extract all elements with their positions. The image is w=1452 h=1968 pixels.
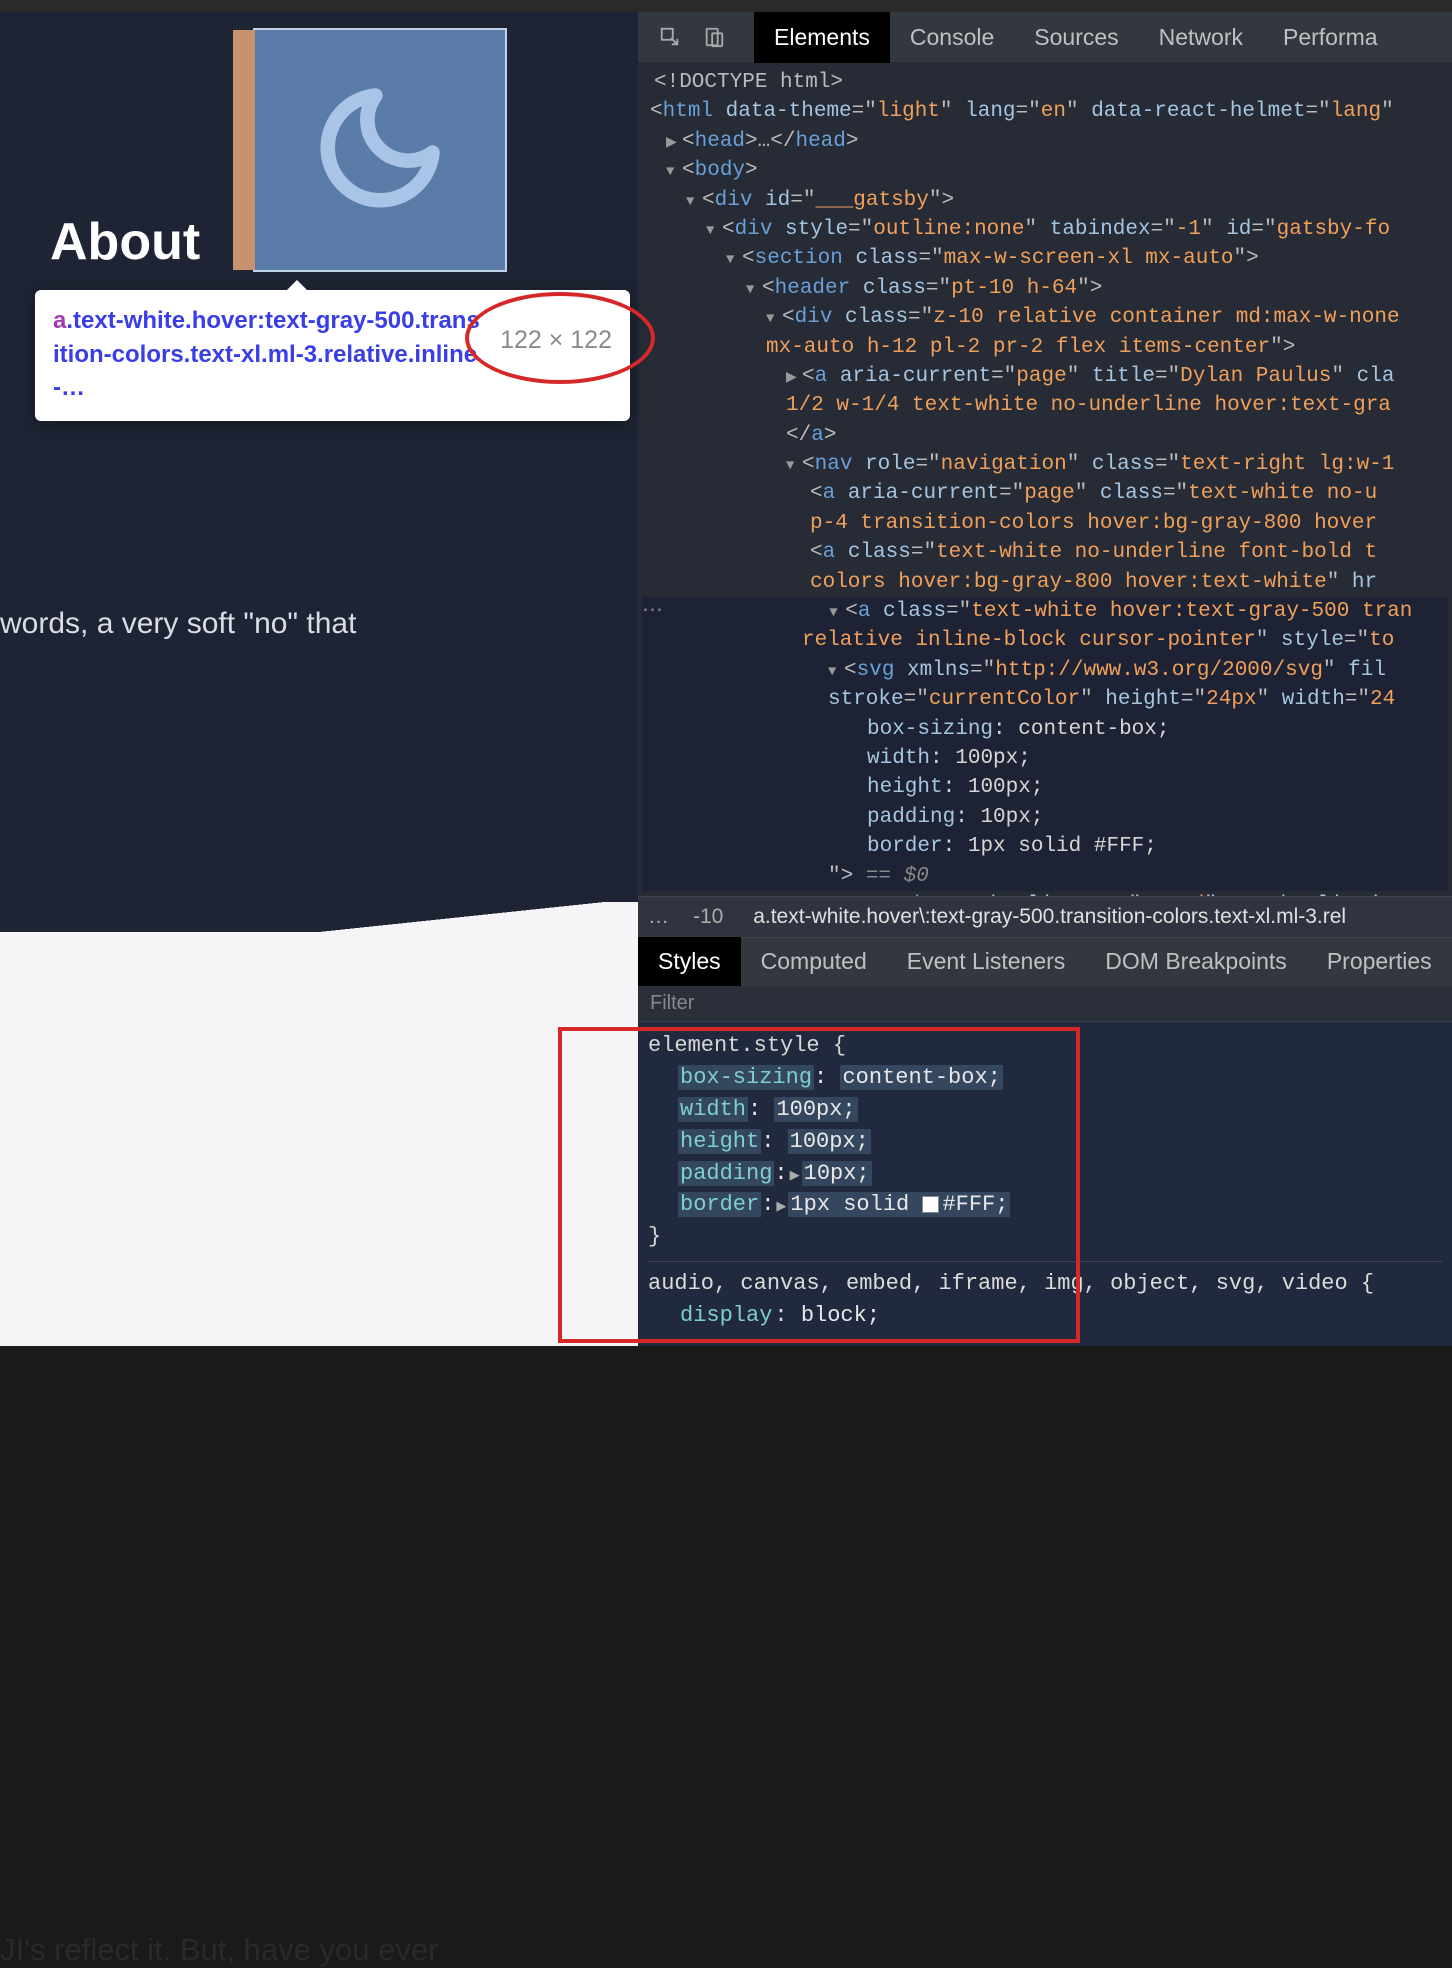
dom-node-selected[interactable]: ⋯ ▼<a class="text-white hover:text-gray-…	[642, 597, 1448, 626]
dom-node[interactable]: <a aria-current="page" class="text-white…	[642, 479, 1448, 508]
dom-node[interactable]: ▶<a aria-current="page" title="Dylan Pau…	[642, 362, 1448, 391]
dom-node[interactable]: <a class="text-white no-underline font-b…	[642, 538, 1448, 567]
tab-computed[interactable]: Computed	[741, 937, 887, 986]
dom-node-selected[interactable]: relative inline-block cursor-pointer" st…	[642, 626, 1448, 655]
css-rule[interactable]: element.style { box-sizing: content-box;…	[648, 1030, 1442, 1261]
breadcrumb[interactable]: …-10 a.text-white.hover\:text-gray-500.t…	[638, 896, 1452, 938]
dom-node[interactable]: ▼<body>	[642, 156, 1448, 185]
page-title: About	[50, 212, 200, 272]
styles-panel[interactable]: element.style { box-sizing: content-box;…	[638, 1022, 1452, 1346]
inline-css[interactable]: box-sizing: content-box;	[642, 715, 1448, 744]
dom-tree[interactable]: <!DOCTYPE html> <html data-theme="light"…	[638, 62, 1452, 896]
window-top-bar	[0, 0, 1452, 12]
dom-node[interactable]: ▼<div style="outline:none" tabindex="-1"…	[642, 215, 1448, 244]
dom-node[interactable]: "> == $0	[642, 862, 1448, 891]
tab-event-listeners[interactable]: Event Listeners	[887, 937, 1086, 986]
dom-node[interactable]: colors hover:bg-gray-800 hover:text-whit…	[642, 568, 1448, 597]
css-rule[interactable]: audio, canvas, embed, iframe, img, objec…	[648, 1261, 1442, 1338]
dom-node[interactable]: p-4 transition-colors hover:bg-gray-800 …	[642, 509, 1448, 538]
bookmark-strip	[233, 30, 255, 270]
dom-node[interactable]: stroke="currentColor" height="24px" widt…	[642, 685, 1448, 714]
styles-tabbar: Styles Computed Event Listeners DOM Brea…	[638, 938, 1452, 986]
dom-node[interactable]: ▼<section class="max-w-screen-xl mx-auto…	[642, 244, 1448, 273]
white-section: JI's reflect it. But, have you ever	[0, 932, 638, 1346]
dom-node[interactable]: <html data-theme="light" lang="en" data-…	[642, 97, 1448, 126]
inspect-icon[interactable]	[656, 23, 684, 51]
dom-node[interactable]: ▼<header class="pt-10 h-64">	[642, 274, 1448, 303]
highlighted-element[interactable]	[253, 28, 507, 272]
tooltip-dimensions: 122 × 122	[500, 326, 612, 355]
tab-styles[interactable]: Styles	[638, 937, 741, 986]
tab-dom-breakpoints[interactable]: DOM Breakpoints	[1085, 937, 1307, 986]
page-preview: About a.text-white.hover:text-gray-500.t…	[0, 12, 638, 1346]
dom-node[interactable]: ▼<div class="z-10 relative container md:…	[642, 303, 1448, 332]
styles-filter-input[interactable]: Filter	[638, 986, 1452, 1022]
device-toggle-icon[interactable]	[700, 23, 728, 51]
inline-css[interactable]: height: 100px;	[642, 773, 1448, 802]
inline-css[interactable]: width: 100px;	[642, 744, 1448, 773]
moon-icon	[310, 78, 450, 223]
dom-node[interactable]: ▼<div id="___gatsby">	[642, 186, 1448, 215]
tab-sources[interactable]: Sources	[1014, 12, 1138, 63]
devtools-panel: Elements Console Sources Network Perform…	[638, 12, 1452, 1346]
dom-node[interactable]: <!DOCTYPE html>	[642, 68, 1448, 97]
dom-node[interactable]: ▶<head>…</head>	[642, 127, 1448, 156]
dom-node[interactable]: ▼<nav role="navigation" class="text-righ…	[642, 450, 1448, 479]
dom-node[interactable]: ▼<svg xmlns="http://www.w3.org/2000/svg"…	[642, 656, 1448, 685]
dom-node[interactable]: </a>	[642, 421, 1448, 450]
page-body-text-2: JI's reflect it. But, have you ever	[0, 1932, 438, 1968]
tooltip-selector: a.text-white.hover:text-gray-500.transit…	[53, 304, 480, 405]
tab-properties[interactable]: Properties	[1307, 937, 1452, 986]
dom-node[interactable]: mx-auto h-12 pl-2 pr-2 flex items-center…	[642, 333, 1448, 362]
tab-console[interactable]: Console	[890, 12, 1014, 63]
inline-css[interactable]: border: 1px solid #FFF;	[642, 832, 1448, 861]
page-body-text: words, a very soft "no" that	[0, 607, 356, 641]
inspector-tooltip: a.text-white.hover:text-gray-500.transit…	[35, 290, 630, 421]
devtools-tabbar: Elements Console Sources Network Perform…	[638, 12, 1452, 62]
inline-css[interactable]: padding: 10px;	[642, 803, 1448, 832]
dom-node[interactable]: 1/2 w-1/4 text-white no-underline hover:…	[642, 391, 1448, 420]
tab-performance[interactable]: Performa	[1263, 12, 1398, 63]
tab-network[interactable]: Network	[1139, 12, 1263, 63]
tab-elements[interactable]: Elements	[754, 12, 890, 63]
